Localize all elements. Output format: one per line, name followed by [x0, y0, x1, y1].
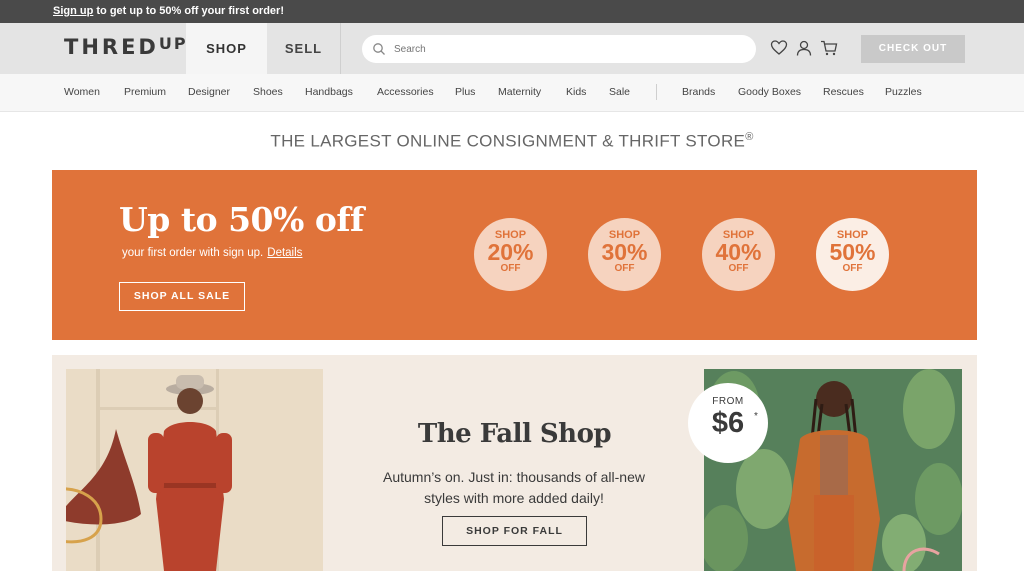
circle-percent: 20%: [487, 239, 534, 265]
logo[interactable]: THREDUP: [64, 34, 188, 59]
price-badge: FROM $6 *: [688, 383, 768, 463]
search-icon: [373, 43, 385, 55]
nav-item-puzzles[interactable]: Puzzles: [885, 86, 922, 98]
nav-item-rescues[interactable]: Rescues: [823, 86, 864, 98]
nav-item-handbags[interactable]: Handbags: [305, 86, 353, 98]
circle-percent: 40%: [715, 239, 762, 265]
nav-item-brands[interactable]: Brands: [682, 86, 715, 98]
sale-title: Up to 50% off: [119, 200, 364, 239]
circle-off-label: OFF: [842, 263, 863, 274]
shop-all-sale-button[interactable]: SHOP ALL SALE: [119, 282, 245, 311]
shop-50-off-circle[interactable]: SHOP 50% OFF: [816, 218, 889, 291]
circle-percent: 30%: [601, 239, 648, 265]
nav-item-maternity[interactable]: Maternity: [498, 86, 541, 98]
nav-item-sale[interactable]: Sale: [609, 86, 630, 98]
signup-link[interactable]: Sign up: [53, 5, 93, 17]
category-nav: Women Premium Designer Shoes Handbags Ac…: [0, 74, 1024, 112]
model-illustration-left: [66, 369, 323, 571]
registered-mark: ®: [745, 131, 754, 143]
promo-bar: Sign up to get up to 50% off your first …: [0, 0, 1024, 23]
promo-text: to get up to 50% off your first order!: [93, 5, 284, 17]
nav-item-designer[interactable]: Designer: [188, 86, 230, 98]
badge-asterisk: *: [754, 411, 758, 422]
sale-banner: Up to 50% off your first order with sign…: [52, 170, 977, 340]
tab-sell[interactable]: SELL: [267, 23, 341, 74]
sale-subtitle-text: your first order with sign up.: [122, 247, 264, 259]
badge-from-label: FROM: [712, 396, 744, 407]
nav-item-goody-boxes[interactable]: Goody Boxes: [738, 86, 801, 98]
tagline: THE LARGEST ONLINE CONSIGNMENT & THRIFT …: [0, 131, 1024, 152]
nav-item-plus[interactable]: Plus: [455, 86, 475, 98]
search-bar[interactable]: [362, 35, 756, 63]
nav-divider: [656, 84, 657, 100]
nav-item-kids[interactable]: Kids: [566, 86, 586, 98]
tagline-text: THE LARGEST ONLINE CONSIGNMENT & THRIFT …: [270, 131, 746, 151]
circle-off-label: OFF: [728, 263, 749, 274]
tab-shop[interactable]: SHOP: [186, 23, 267, 74]
nav-item-accessories[interactable]: Accessories: [377, 86, 434, 98]
nav-item-women[interactable]: Women: [64, 86, 100, 98]
fall-subtitle: Autumn’s on. Just in: thousands of all-n…: [382, 469, 645, 506]
shop-for-fall-button[interactable]: SHOP FOR FALL: [442, 516, 587, 546]
logo-suffix: UP: [158, 34, 188, 53]
nav-item-premium[interactable]: Premium: [124, 86, 166, 98]
circle-off-label: OFF: [614, 263, 635, 274]
fall-shop-banner: The Fall Shop Autumn’s on. Just in: thou…: [52, 355, 977, 571]
heart-icon[interactable]: [770, 39, 788, 57]
shop-40-off-circle[interactable]: SHOP 40% OFF: [702, 218, 775, 291]
search-input[interactable]: [394, 39, 744, 59]
user-icon[interactable]: [795, 39, 813, 57]
sale-subtitle: your first order with sign up. Details: [122, 247, 302, 259]
details-link[interactable]: Details: [267, 247, 302, 259]
shop-20-off-circle[interactable]: SHOP 20% OFF: [474, 218, 547, 291]
checkout-button[interactable]: CHECK OUT: [861, 35, 965, 63]
site-header: THREDUP SHOP SELL CHECK OUT: [0, 23, 1024, 74]
cart-icon[interactable]: [820, 39, 838, 57]
model-photo-left: [66, 369, 323, 571]
shop-30-off-circle[interactable]: SHOP 30% OFF: [588, 218, 661, 291]
logo-text: THRED: [64, 35, 159, 59]
nav-item-shoes[interactable]: Shoes: [253, 86, 283, 98]
circle-percent: 50%: [829, 239, 876, 265]
circle-off-label: OFF: [500, 263, 521, 274]
